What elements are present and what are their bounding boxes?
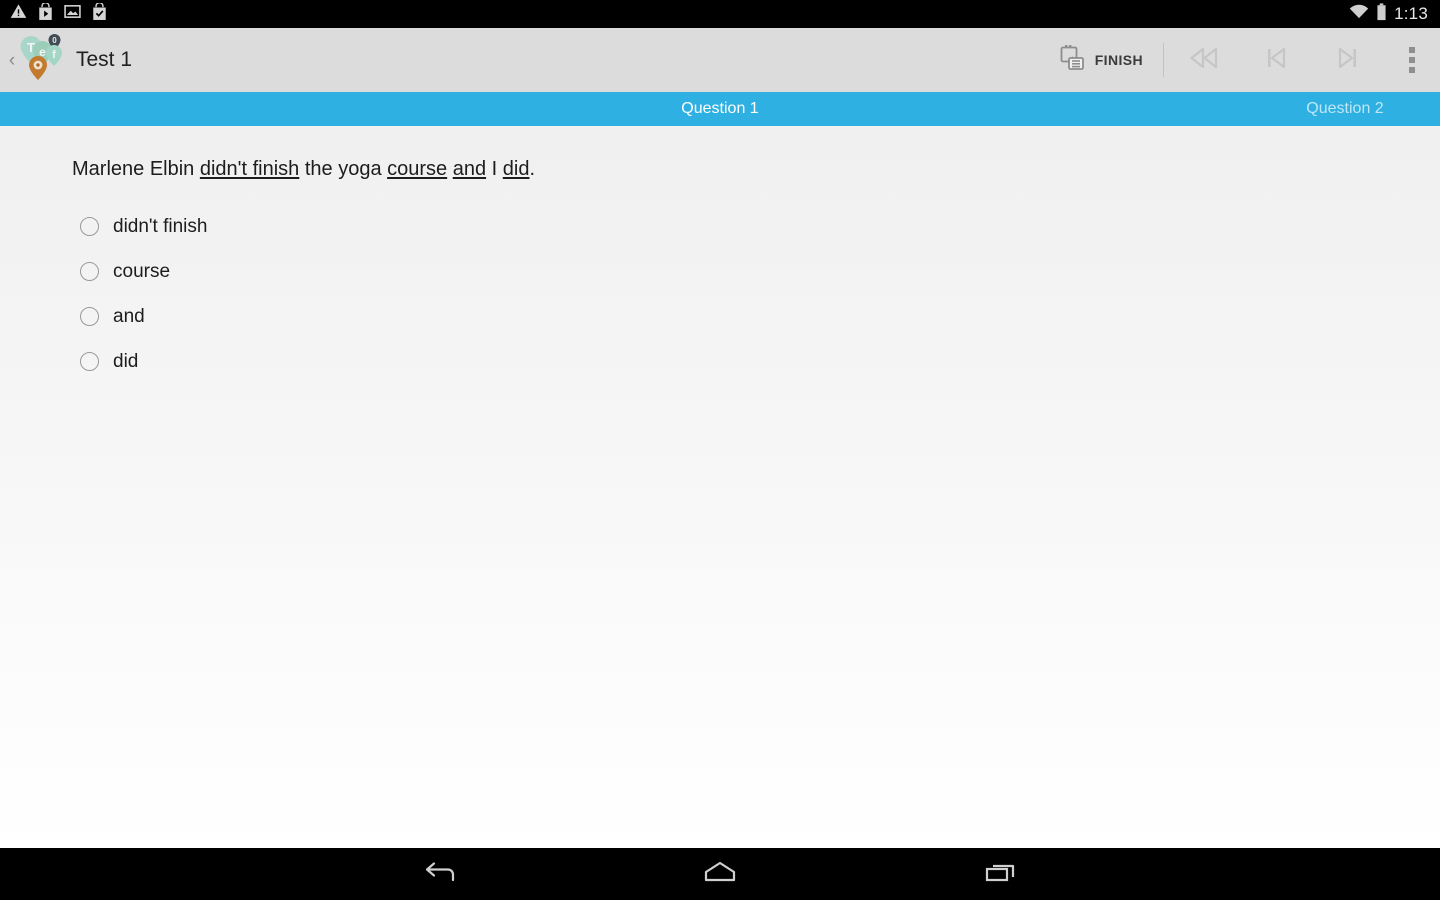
answer-option-label: did xyxy=(113,350,139,372)
answer-option-label: course xyxy=(113,260,171,282)
question-underlined-2: course xyxy=(387,158,448,180)
question-underlined-4: did xyxy=(502,158,530,180)
toolbar-divider xyxy=(1163,43,1164,77)
toolbar-actions: FINISH xyxy=(1050,28,1440,92)
app-toolbar: ‹ T e 0 f Test 1 FINISH xyxy=(0,28,1440,92)
answer-option-3[interactable]: and xyxy=(72,294,1400,339)
question-mid-1: the yoga xyxy=(299,158,388,180)
recents-icon xyxy=(979,857,1021,892)
skip-previous-icon xyxy=(1259,44,1293,77)
page-title: Test 1 xyxy=(76,48,133,71)
nav-recents-button[interactable] xyxy=(965,848,1035,900)
home-icon xyxy=(699,857,741,892)
radio-button[interactable] xyxy=(80,262,99,281)
overflow-dot xyxy=(1409,47,1415,53)
battery-icon xyxy=(1376,2,1387,26)
status-bar-notification-icons xyxy=(10,1,108,26)
play-store-bag-icon xyxy=(37,1,54,26)
svg-text:f: f xyxy=(52,49,56,61)
nav-back-button[interactable] xyxy=(405,848,475,900)
warning-triangle-icon xyxy=(10,3,27,25)
back-chevron-icon[interactable]: ‹ xyxy=(0,28,20,92)
radio-button[interactable] xyxy=(80,307,99,326)
status-bar-system-icons: 1:13 xyxy=(1349,2,1430,26)
overflow-dot xyxy=(1409,67,1415,73)
finish-button-label: FINISH xyxy=(1094,52,1143,68)
android-screen: 1:13 ‹ T e 0 f Test 1 FINISH Question 1 … xyxy=(0,0,1440,900)
answer-option-label: didn't finish xyxy=(113,215,208,237)
clipboard-list-icon xyxy=(1060,44,1086,77)
check-bag-icon xyxy=(91,1,108,26)
android-navigation-bar xyxy=(0,848,1440,900)
question-tab-strip: Question 1 Question 2 xyxy=(0,92,1440,126)
answer-option-2[interactable]: course xyxy=(72,249,1400,294)
status-bar: 1:13 xyxy=(0,0,1440,28)
question-mid-3: I xyxy=(486,158,503,180)
radio-button[interactable] xyxy=(80,217,99,236)
nav-home-button[interactable] xyxy=(685,848,755,900)
radio-button[interactable] xyxy=(80,352,99,371)
overflow-menu-button[interactable] xyxy=(1384,28,1440,92)
question-content: Marlene Elbin didn't finish the yoga cou… xyxy=(0,126,1440,848)
tab-question-2[interactable]: Question 2 xyxy=(1180,92,1440,126)
rewind-button[interactable] xyxy=(1168,28,1240,92)
back-arrow-icon xyxy=(419,857,461,892)
overflow-dot xyxy=(1409,57,1415,63)
svg-text:0: 0 xyxy=(52,36,57,45)
answer-option-4[interactable]: did xyxy=(72,339,1400,384)
status-bar-clock: 1:13 xyxy=(1394,4,1428,23)
skip-next-button[interactable] xyxy=(1312,28,1384,92)
question-underlined-1: didn't finish xyxy=(199,158,300,180)
question-underlined-3: and xyxy=(452,158,487,180)
rewind-icon xyxy=(1184,44,1224,77)
app-logo-icon: T e 0 f xyxy=(18,32,68,88)
answer-option-label: and xyxy=(113,305,145,327)
skip-next-icon xyxy=(1331,44,1365,77)
tab-question-1[interactable]: Question 1 xyxy=(460,92,980,126)
skip-previous-button[interactable] xyxy=(1240,28,1312,92)
image-icon xyxy=(64,4,81,24)
overflow-menu-icon xyxy=(1409,47,1415,73)
question-prefix: Marlene Elbin xyxy=(72,158,200,180)
answer-options-list: didn't finish course and did xyxy=(72,204,1400,384)
question-prompt: Marlene Elbin didn't finish the yoga cou… xyxy=(72,156,1400,182)
finish-button[interactable]: FINISH xyxy=(1050,28,1159,92)
answer-option-1[interactable]: didn't finish xyxy=(72,204,1400,249)
question-suffix: . xyxy=(529,158,536,180)
wifi-icon xyxy=(1349,4,1369,24)
